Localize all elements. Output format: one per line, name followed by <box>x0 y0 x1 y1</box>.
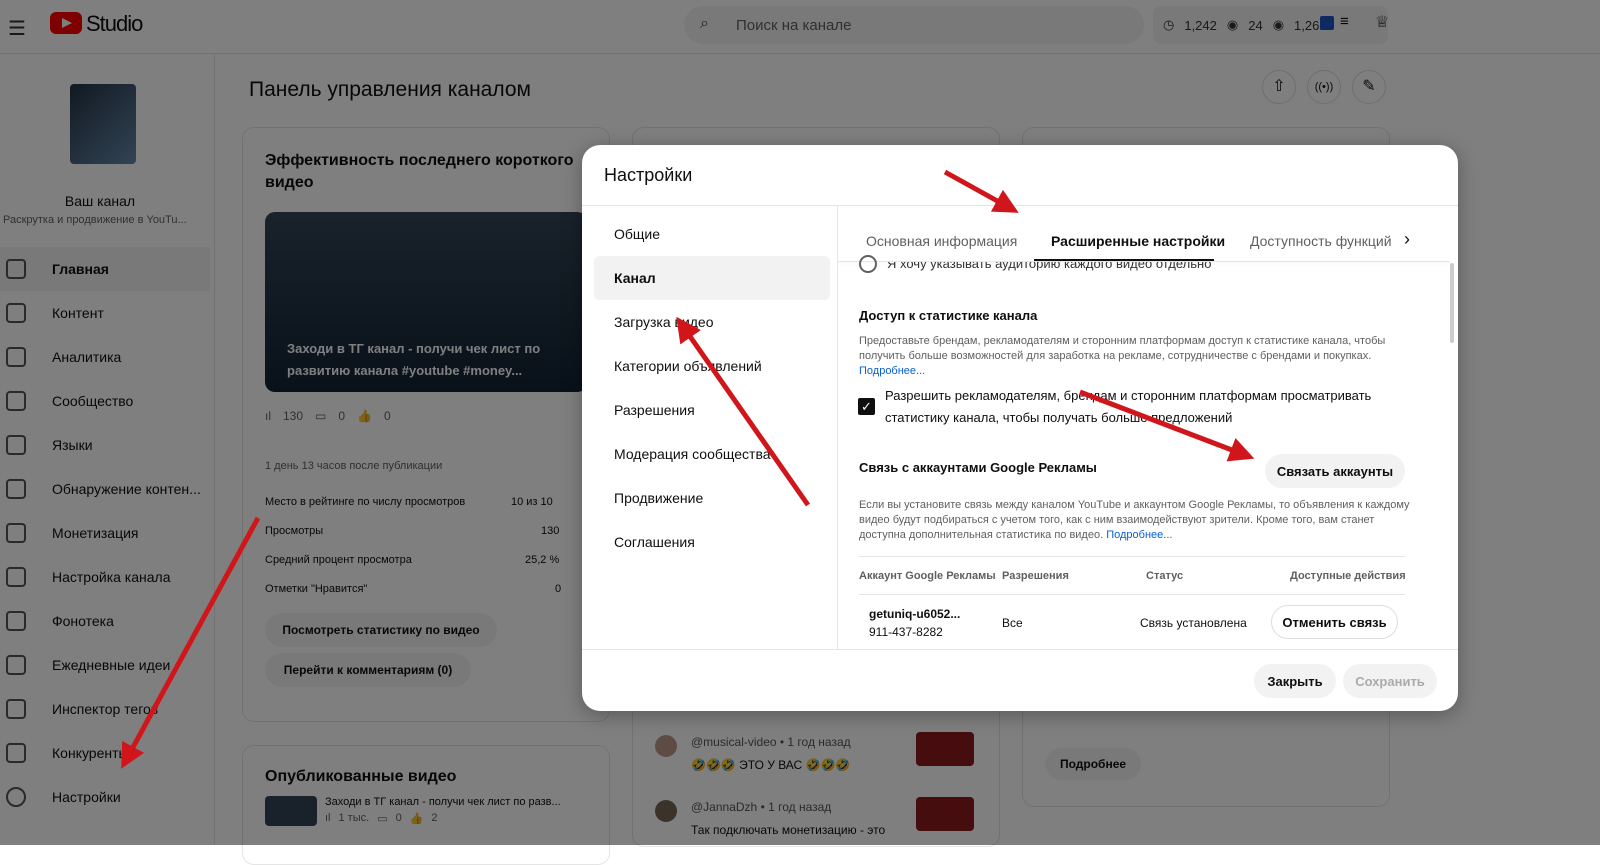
arrow-annotation <box>1079 389 1255 462</box>
annotation-arrows <box>121 169 1255 769</box>
arrow-annotation <box>943 169 1019 213</box>
arrow-annotation <box>121 516 261 769</box>
arrow-annotation <box>676 316 811 507</box>
